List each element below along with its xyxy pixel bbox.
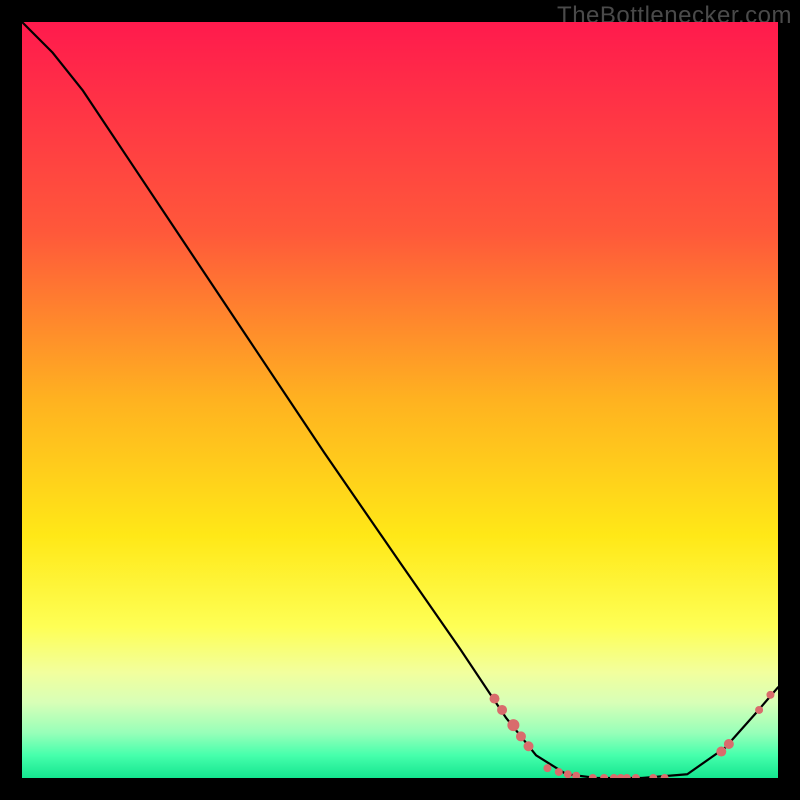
data-point — [516, 731, 526, 741]
data-point — [543, 764, 551, 772]
data-point — [524, 741, 534, 751]
data-point — [755, 706, 763, 714]
data-point — [490, 694, 500, 704]
data-point — [564, 770, 572, 778]
data-point — [555, 768, 563, 776]
plot-area — [22, 22, 778, 778]
chart-frame: TheBottlenecker.com — [0, 0, 800, 800]
data-point — [497, 705, 507, 715]
data-point — [716, 747, 726, 757]
data-point — [724, 739, 734, 749]
bottleneck-chart — [22, 22, 778, 778]
data-point — [766, 691, 774, 699]
data-point — [507, 719, 519, 731]
gradient-background — [22, 22, 778, 778]
